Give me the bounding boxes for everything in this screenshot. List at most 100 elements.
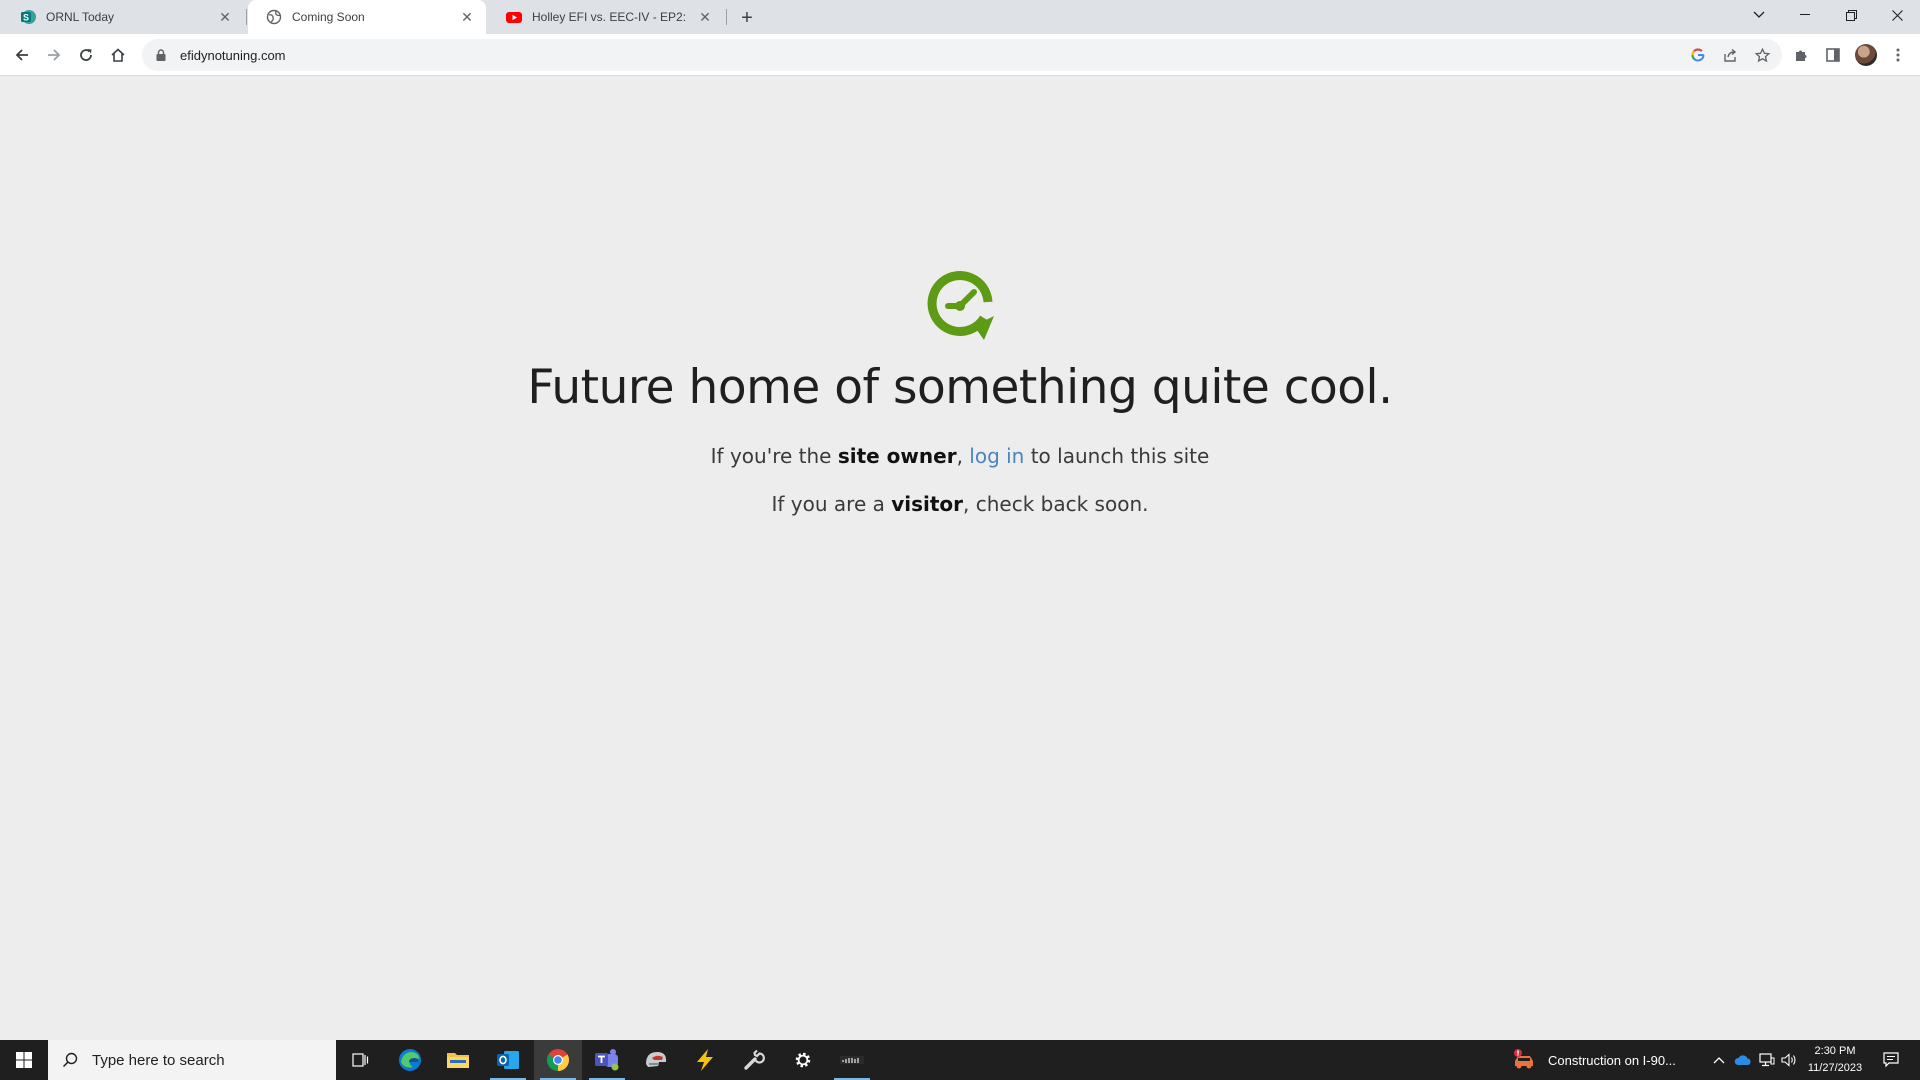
profile-button[interactable] (1852, 41, 1880, 69)
minimize-button[interactable] (1782, 0, 1828, 30)
restore-icon (1845, 9, 1857, 21)
avatar (1855, 44, 1877, 66)
owner-suffix: to launch this site (1024, 444, 1210, 468)
clock-time: 2:30 PM (1814, 1045, 1856, 1057)
kebab-menu-icon (1896, 48, 1900, 62)
taskbar: Type here to search Construction on I-90… (0, 1040, 1920, 1080)
clock-date: 11/27/2023 (1807, 1062, 1863, 1074)
gear-icon (795, 1052, 811, 1068)
arrow-right-icon (48, 49, 61, 61)
cloud-icon (1734, 1055, 1751, 1065)
address-bar[interactable]: efidynotuning.com (142, 39, 1782, 71)
notification-center-button[interactable] (1876, 1040, 1906, 1080)
tab-title: Coming Soon (292, 10, 365, 24)
taskbar-app-terminal[interactable] (828, 1040, 876, 1080)
visitor-message: If you are a visitor, check back soon. (0, 492, 1920, 516)
reload-button[interactable] (72, 41, 100, 69)
puzzle-icon (1796, 50, 1807, 61)
start-button[interactable] (0, 1040, 48, 1080)
page-content: Future home of something quite cool. If … (0, 77, 1920, 1040)
home-button[interactable] (104, 41, 132, 69)
lock-icon[interactable] (154, 48, 168, 62)
terminal-icon (840, 1056, 864, 1064)
side-panel-button[interactable] (1819, 41, 1847, 69)
taskbar-settings[interactable] (779, 1040, 827, 1080)
task-view-button[interactable] (336, 1040, 384, 1080)
extensions-button[interactable] (1787, 41, 1815, 69)
tab-title: Holley EFI vs. EEC-IV - EP2: Holle (532, 10, 690, 24)
browser-window: S ORNL Today ✕ Coming Soon ✕ Holley EFI … (0, 0, 1920, 1040)
taskbar-app-lightning[interactable] (681, 1040, 729, 1080)
tab-strip: S ORNL Today ✕ Coming Soon ✕ Holley EFI … (0, 0, 1920, 34)
google-lens-icon[interactable] (1688, 45, 1708, 65)
taskbar-teams[interactable] (583, 1040, 631, 1080)
close-window-button[interactable] (1874, 0, 1920, 30)
taskbar-app-wrench[interactable] (730, 1040, 778, 1080)
network-icon (1759, 1053, 1775, 1067)
share-icon[interactable] (1720, 45, 1740, 65)
owner-comma: , (956, 444, 970, 468)
tab-separator (726, 9, 727, 25)
tab-coming-soon[interactable]: Coming Soon ✕ (248, 0, 486, 34)
forward-button[interactable] (40, 41, 68, 69)
login-link[interactable]: log in (969, 444, 1024, 468)
back-button[interactable] (8, 41, 36, 69)
taskbar-file-explorer[interactable] (434, 1040, 482, 1080)
close-icon (1891, 9, 1903, 21)
svg-text:S: S (23, 13, 29, 23)
windows-logo-icon (16, 1052, 32, 1068)
bookmark-star-icon[interactable] (1752, 45, 1772, 65)
notification-icon (1883, 1052, 1899, 1068)
outlook-icon (497, 1051, 519, 1069)
new-tab-button[interactable]: + (734, 5, 760, 31)
taskbar-edge[interactable] (386, 1040, 434, 1080)
visitor-prefix: If you are a (771, 492, 892, 516)
weather-text: Construction on I-90... (1548, 1052, 1676, 1068)
chrome-icon (547, 1049, 569, 1071)
folder-icon (447, 1053, 469, 1068)
system-clock[interactable]: 2:30 PM 11/27/2023 (1800, 1043, 1870, 1077)
page-headline: Future home of something quite cool. (527, 360, 1393, 415)
lightning-icon (697, 1049, 713, 1071)
task-view-icon (352, 1053, 369, 1067)
edge-icon (399, 1049, 421, 1071)
youtube-icon (506, 9, 522, 25)
site-owner-text: site owner (837, 444, 957, 468)
sharepoint-s-icon: S (20, 9, 36, 25)
taskbar-chrome[interactable] (534, 1040, 582, 1080)
taskbar-search-box[interactable]: Type here to search (48, 1040, 336, 1080)
tab-search-button[interactable] (1736, 0, 1782, 30)
taskbar-outlook[interactable] (484, 1040, 532, 1080)
volume-tray-icon[interactable] (1778, 1040, 1800, 1080)
chevron-up-icon (1713, 1057, 1725, 1064)
owner-prefix: If you're the (710, 444, 838, 468)
close-icon[interactable]: ✕ (216, 8, 234, 26)
restore-button[interactable] (1828, 0, 1874, 30)
close-icon[interactable]: ✕ (458, 8, 476, 26)
clock-refresh-icon (927, 271, 994, 340)
helmet-icon (646, 1052, 667, 1067)
visitor-text: visitor (891, 492, 964, 516)
minimize-icon (1800, 14, 1810, 15)
wrench-icon (744, 1049, 765, 1070)
weather-traffic-widget[interactable]: Construction on I-90... (1512, 1040, 1676, 1080)
taskbar-app-helmet[interactable] (632, 1040, 680, 1080)
arrow-left-icon (15, 49, 28, 61)
home-icon (111, 48, 125, 62)
network-tray-icon[interactable] (1756, 1040, 1778, 1080)
close-icon[interactable]: ✕ (696, 8, 714, 26)
chevron-down-icon (1753, 11, 1765, 18)
url-text: efidynotuning.com (180, 47, 286, 63)
tab-ornl-today[interactable]: S ORNL Today ✕ (2, 0, 244, 34)
globe-icon (266, 9, 282, 25)
owner-message: If you're the site owner, log in to laun… (0, 444, 1920, 468)
search-placeholder: Type here to search (92, 1051, 225, 1069)
speaker-icon (1781, 1053, 1796, 1067)
onedrive-tray-icon[interactable] (1732, 1040, 1754, 1080)
browser-menu-button[interactable] (1884, 41, 1912, 69)
browser-toolbar: efidynotuning.com (0, 34, 1920, 76)
show-hidden-icons-button[interactable] (1708, 1040, 1730, 1080)
tab-holley-efi[interactable]: Holley EFI vs. EEC-IV - EP2: Holle ✕ (488, 0, 724, 34)
visitor-suffix: , check back soon. (963, 492, 1149, 516)
side-panel-icon (1826, 48, 1840, 62)
